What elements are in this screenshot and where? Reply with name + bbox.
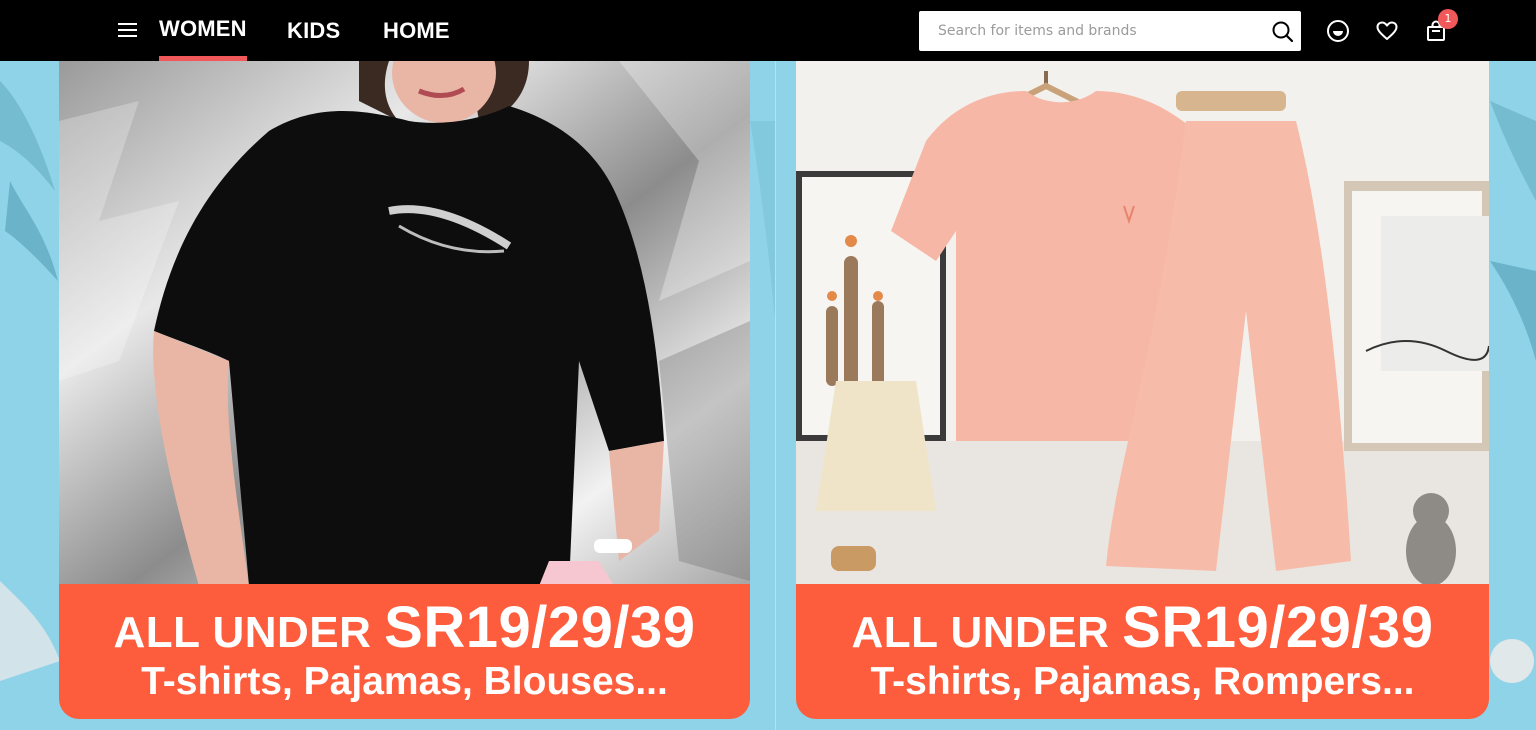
banner-kids[interactable]: ALL UNDER SR19/29/39 T-shirts, Pajamas, … xyxy=(796,61,1489,721)
promo-headline: ALL UNDER SR19/29/39 xyxy=(796,594,1489,661)
banner-kids-image xyxy=(796,61,1489,586)
tab-women[interactable]: WOMEN xyxy=(159,16,247,61)
promo-price: SR19/29/39 xyxy=(384,595,696,660)
search-icon[interactable] xyxy=(1271,20,1295,44)
tab-kids[interactable]: KIDS xyxy=(287,18,340,44)
search-input[interactable] xyxy=(919,11,1259,51)
search-box xyxy=(919,11,1301,51)
promo-price: SR19/29/39 xyxy=(1122,595,1434,660)
promo-subtitle: T-shirts, Pajamas, Rompers... xyxy=(870,660,1415,703)
banner-divider xyxy=(775,61,776,730)
promo-banner-kids: ALL UNDER SR19/29/39 T-shirts, Pajamas, … xyxy=(796,584,1489,719)
banner-women-image xyxy=(59,61,750,586)
promo-banner-women: ALL UNDER SR19/29/39 T-shirts, Pajamas, … xyxy=(59,584,750,719)
hamburger-icon[interactable] xyxy=(118,20,138,40)
cart-count-badge: 1 xyxy=(1438,9,1458,29)
heart-icon[interactable] xyxy=(1375,19,1399,43)
top-navigation-bar: WOMEN KIDS HOME 1 xyxy=(0,0,1536,61)
account-icon[interactable] xyxy=(1326,19,1350,43)
promo-lead: ALL UNDER xyxy=(113,608,385,657)
banner-women[interactable]: ALL UNDER SR19/29/39 T-shirts, Pajamas, … xyxy=(59,61,750,721)
promo-subtitle: T-shirts, Pajamas, Blouses... xyxy=(141,660,668,703)
promo-headline: ALL UNDER SR19/29/39 xyxy=(59,594,750,661)
promo-lead: ALL UNDER xyxy=(851,608,1123,657)
tab-home[interactable]: HOME xyxy=(383,18,450,44)
